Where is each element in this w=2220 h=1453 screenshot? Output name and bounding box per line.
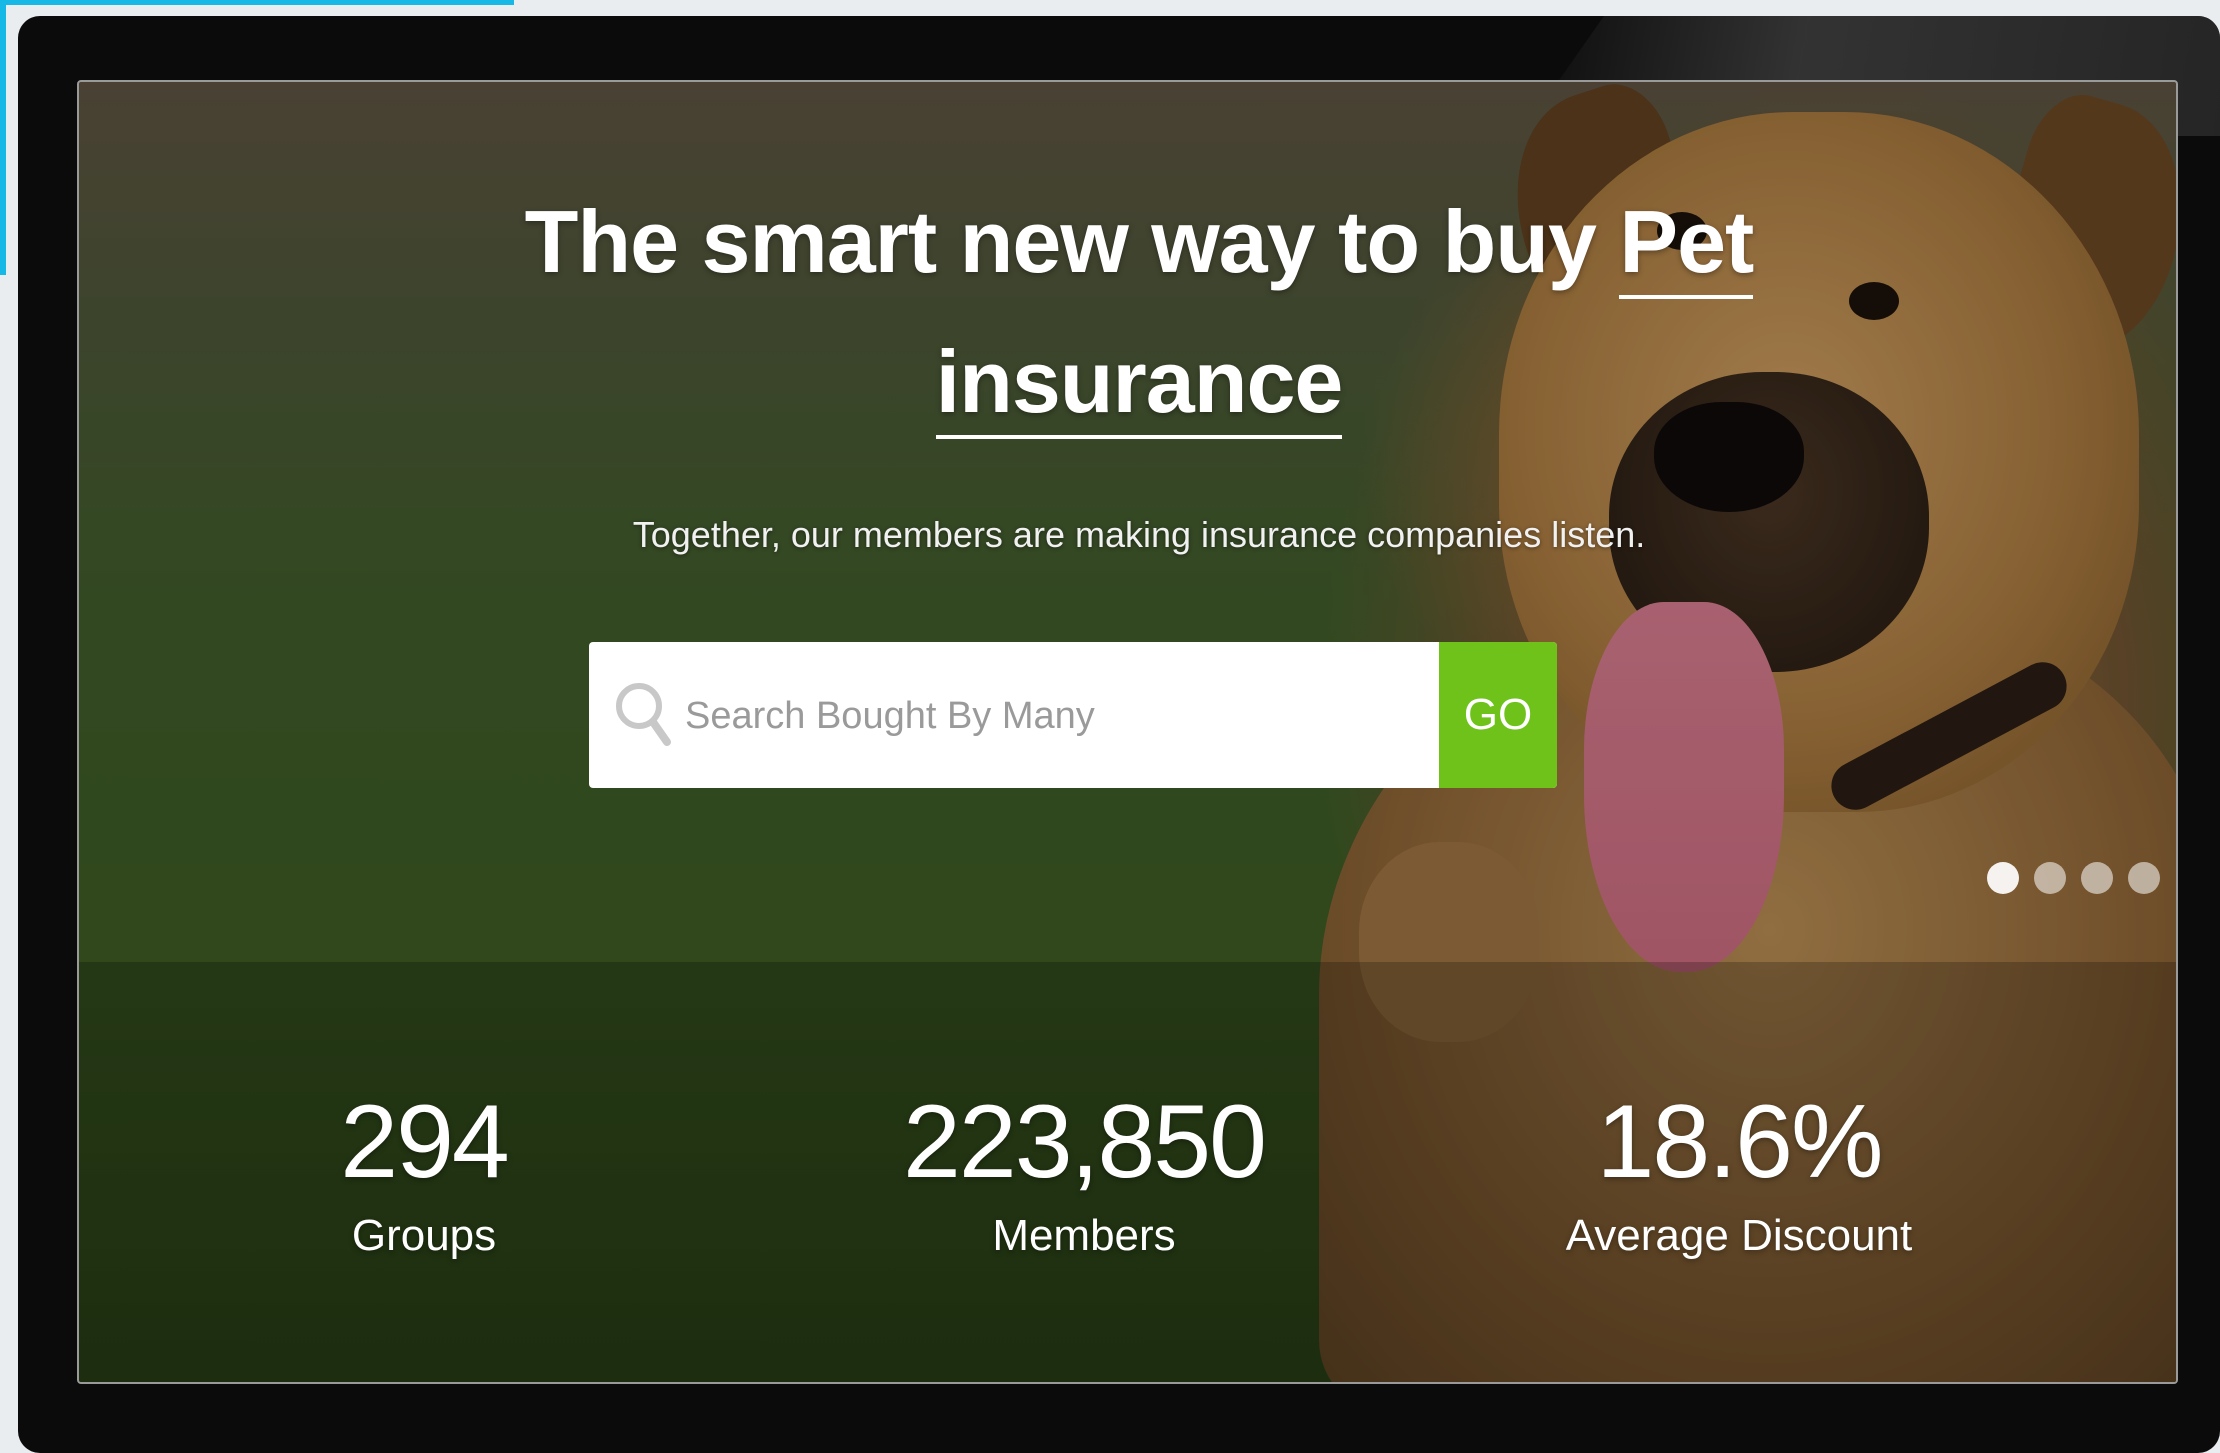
go-button[interactable]: GO <box>1439 642 1557 788</box>
stat-average-discount: 18.6% Average Discount <box>1499 1082 1979 1266</box>
accent-top-bar <box>0 0 514 5</box>
accent-side-bar <box>0 0 6 275</box>
stat-value: 223,850 <box>903 1084 1267 1200</box>
hero-title-text: The smart new way to buy <box>524 192 1620 291</box>
carousel-dots <box>1987 862 2160 894</box>
carousel-dot[interactable] <box>2034 862 2066 894</box>
carousel-dot[interactable] <box>1987 862 2019 894</box>
search-icon <box>616 683 671 746</box>
hero-title-highlight-pet: Pet <box>1619 192 1754 299</box>
carousel-dot[interactable] <box>2081 862 2113 894</box>
search-bar: GO <box>589 642 1557 788</box>
stat-label: Members <box>992 1211 1176 1260</box>
carousel-dot[interactable] <box>2128 862 2160 894</box>
stat-groups: 294 Groups <box>274 1082 574 1266</box>
hero-section: The smart new way to buy Pet insurance T… <box>77 80 2178 1384</box>
stat-label: Average Discount <box>1565 1211 1913 1260</box>
hero-title-highlight-insurance: insurance <box>935 332 1343 439</box>
stat-label: Groups <box>351 1211 497 1260</box>
stat-members: 223,850 Members <box>859 1082 1309 1266</box>
hero-title: The smart new way to buy Pet insurance <box>439 172 1839 452</box>
stat-value: 294 <box>340 1084 510 1200</box>
search-input[interactable] <box>683 642 1437 788</box>
hero-subtitle: Together, our members are making insuran… <box>632 514 1646 555</box>
stat-value: 18.6% <box>1596 1084 1884 1200</box>
